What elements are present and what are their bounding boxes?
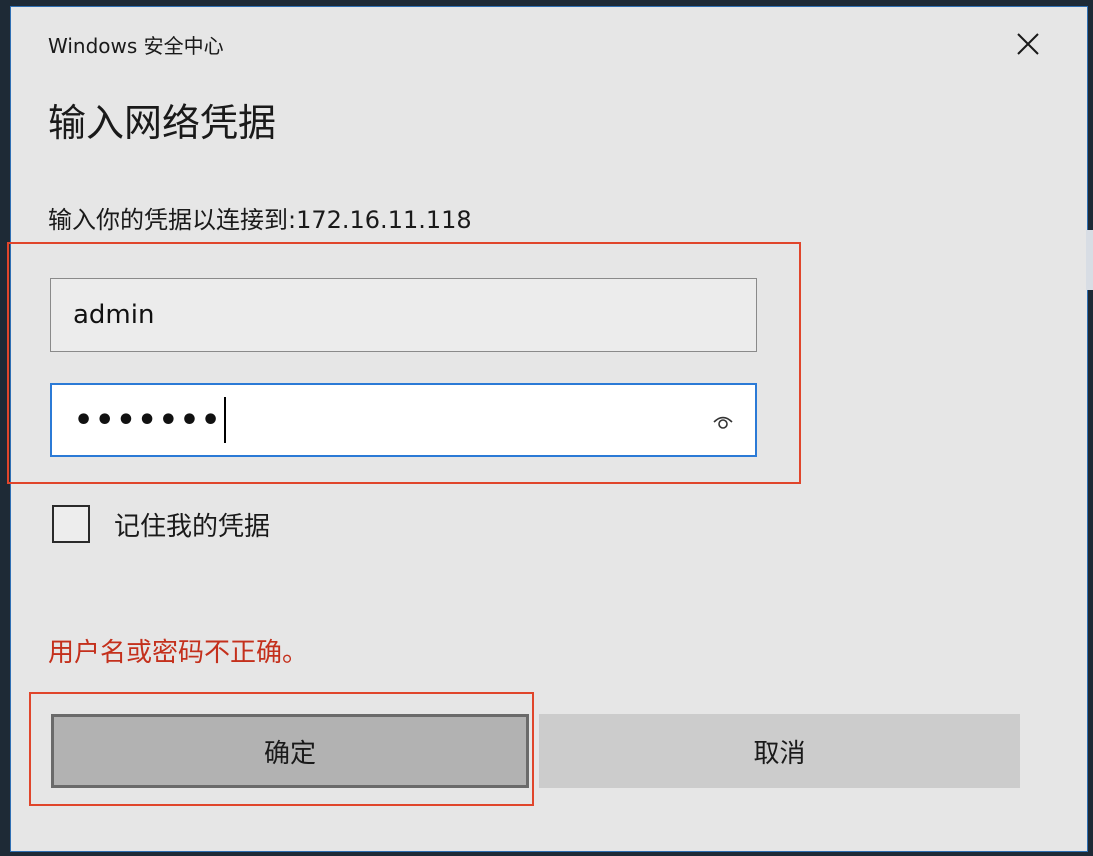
text-caret — [224, 397, 227, 443]
password-masked-value: ••••••• — [74, 402, 223, 438]
close-button[interactable] — [1010, 26, 1046, 62]
username-value: admin — [73, 300, 155, 330]
close-icon — [1017, 33, 1039, 55]
connection-prompt: 输入你的凭据以连接到:172.16.11.118 — [48, 206, 472, 234]
eye-icon[interactable] — [709, 407, 737, 435]
ok-button[interactable]: 确定 — [51, 714, 529, 788]
password-field[interactable]: ••••••• — [50, 383, 757, 457]
error-message: 用户名或密码不正确。 — [48, 638, 309, 668]
dialog-heading: 输入网络凭据 — [48, 101, 277, 145]
remember-label: 记住我的凭据 — [114, 511, 271, 542]
remember-checkbox[interactable] — [52, 505, 90, 543]
background-window-edge — [1086, 230, 1093, 290]
window-title: Windows 安全中心 — [48, 34, 224, 58]
remember-credentials-option[interactable]: 记住我的凭据 — [52, 505, 270, 543]
cancel-button-label: 取消 — [753, 738, 806, 769]
username-field[interactable]: admin — [50, 278, 757, 352]
ok-button-label: 确定 — [263, 738, 316, 769]
cancel-button[interactable]: 取消 — [539, 714, 1020, 788]
